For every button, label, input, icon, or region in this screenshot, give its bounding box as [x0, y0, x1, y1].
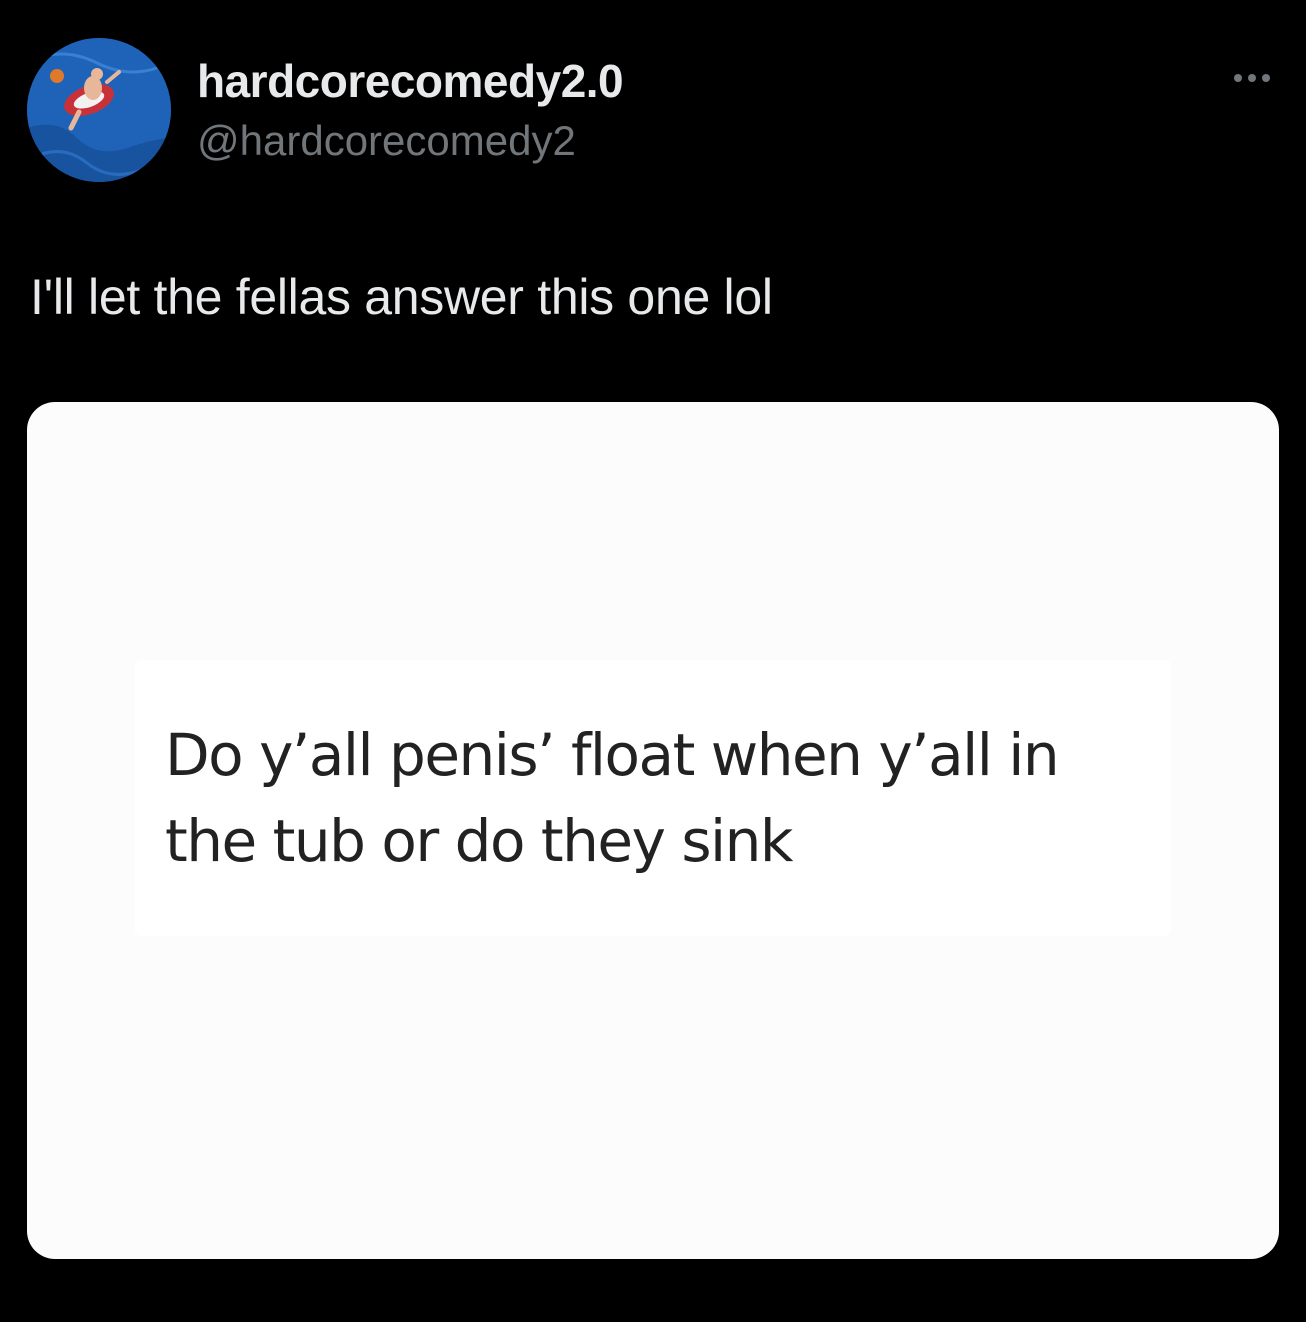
quote-screenshot: Do y’all penis’ float when y’all in the … — [135, 660, 1171, 936]
tweet-text: I'll let the fellas answer this one lol — [30, 269, 773, 325]
more-dot — [1262, 74, 1270, 82]
avatar[interactable] — [27, 38, 171, 182]
more-options-icon[interactable] — [1222, 60, 1282, 96]
quote-text: Do y’all penis’ float when y’all in the … — [165, 721, 1060, 875]
avatar-image — [27, 38, 171, 182]
more-dot — [1234, 74, 1242, 82]
user-handle[interactable]: @hardcorecomedy2 — [197, 117, 576, 165]
more-dot — [1248, 74, 1256, 82]
display-name[interactable]: hardcorecomedy2.0 — [197, 54, 624, 108]
tweet-media-image[interactable]: Do y’all penis’ float when y’all in the … — [27, 402, 1279, 1259]
